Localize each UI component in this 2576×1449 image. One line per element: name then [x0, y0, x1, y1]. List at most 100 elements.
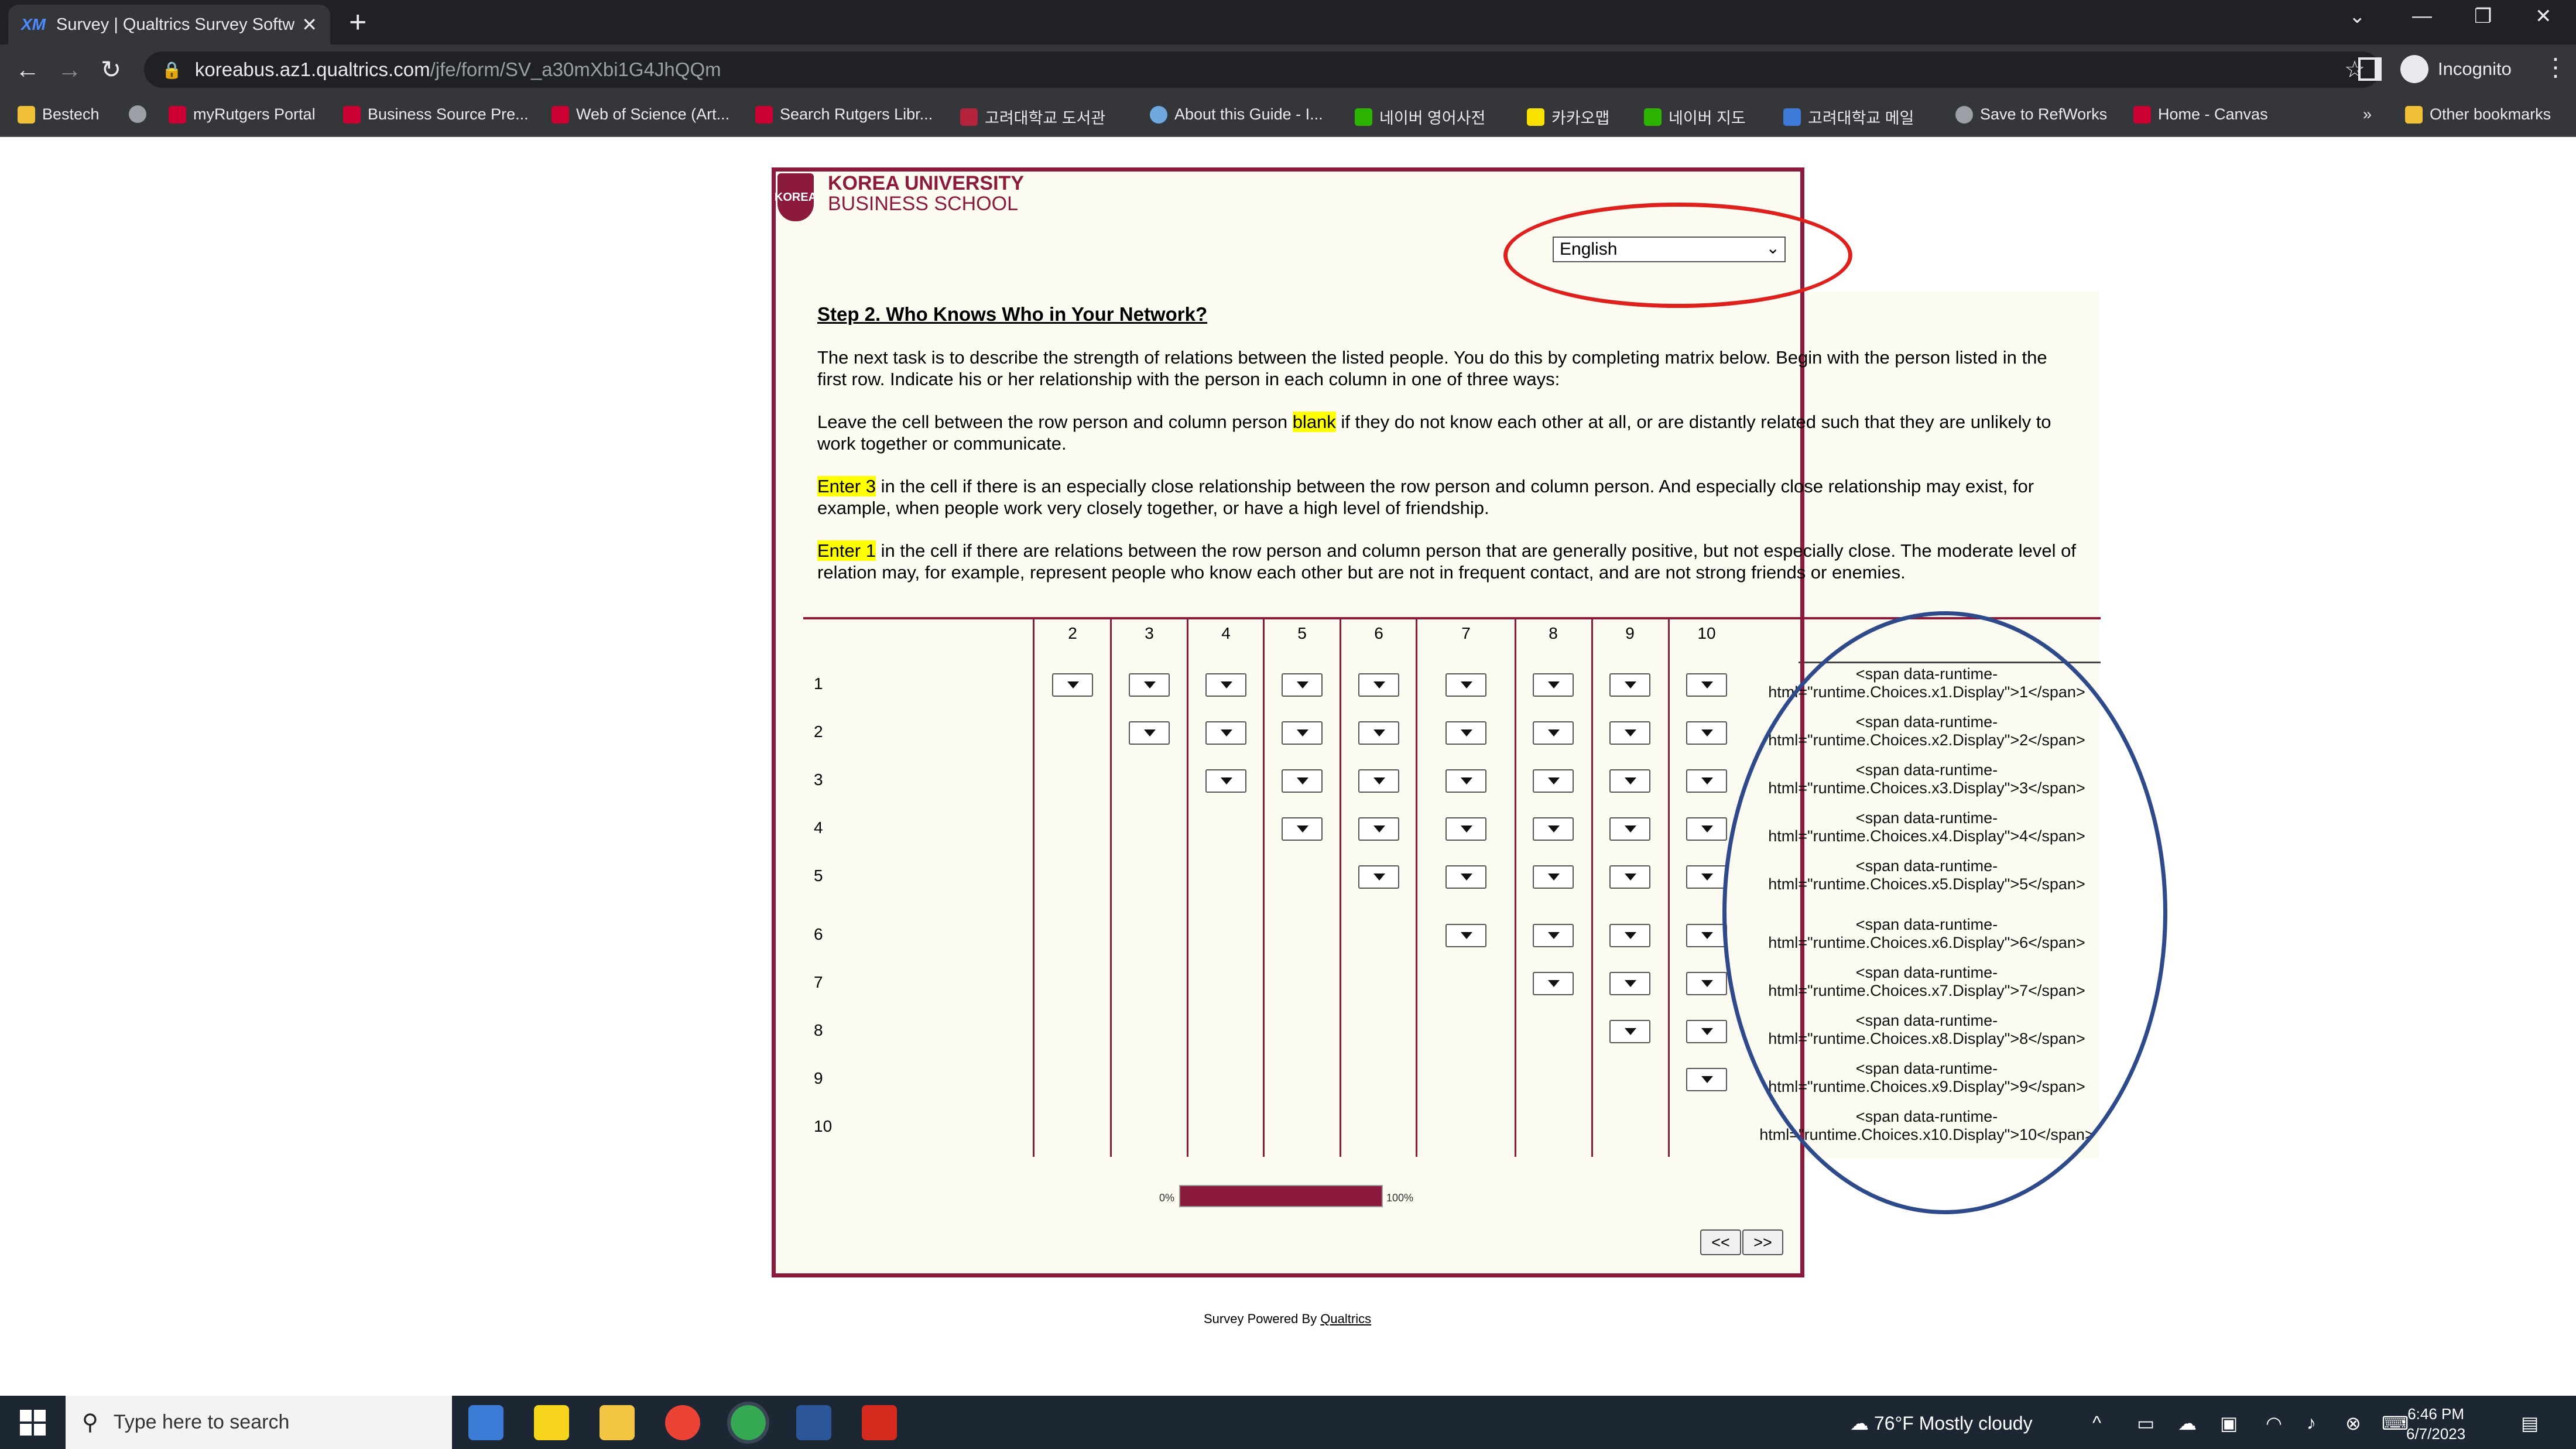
new-tab-icon[interactable]: +	[349, 7, 366, 37]
relation-dropdown[interactable]	[1533, 673, 1574, 697]
relation-dropdown[interactable]	[1609, 721, 1650, 745]
relation-dropdown[interactable]	[1129, 721, 1170, 745]
back-button[interactable]: <<	[1700, 1229, 1741, 1255]
browser-menu-icon[interactable]: ⋮	[2543, 53, 2568, 81]
battery-icon[interactable]: ▭	[2137, 1412, 2154, 1434]
relation-dropdown[interactable]	[1205, 673, 1246, 697]
incognito-profile-button[interactable]: Incognito	[2400, 55, 2512, 83]
restore-icon[interactable]: ❐	[2474, 5, 2492, 28]
relation-dropdown[interactable]	[1609, 817, 1650, 841]
bookmark-item[interactable]: Search Rutgers Libr...	[755, 105, 933, 124]
relation-dropdown[interactable]	[1282, 769, 1323, 793]
wifi-icon[interactable]: ◠	[2266, 1412, 2282, 1434]
relation-dropdown[interactable]	[1609, 673, 1650, 697]
relation-dropdown[interactable]	[1686, 1068, 1727, 1091]
bookmark-item[interactable]: 카카오맵	[1527, 105, 1609, 128]
bookmark-item[interactable]: Save to RefWorks	[1955, 105, 2107, 124]
relation-dropdown[interactable]	[1358, 817, 1399, 841]
bookmark-item[interactable]: 네이버 지도	[1644, 105, 1746, 128]
url-bar[interactable]: 🔒 koreabus.az1.qualtrics.com/jfe/form/SV…	[144, 52, 2380, 88]
bookmark-item[interactable]: Bestech	[18, 105, 100, 124]
relation-dropdown[interactable]	[1282, 817, 1323, 841]
status-x-icon[interactable]: ⊗	[2345, 1412, 2361, 1434]
qualtrics-link[interactable]: Qualtrics	[1320, 1311, 1371, 1326]
minimize-icon[interactable]: —	[2412, 5, 2432, 28]
relation-dropdown[interactable]	[1609, 1020, 1650, 1043]
relation-dropdown[interactable]	[1282, 673, 1323, 697]
relation-dropdown[interactable]	[1533, 817, 1574, 841]
relation-dropdown[interactable]	[1358, 721, 1399, 745]
close-window-icon[interactable]: ✕	[2535, 5, 2552, 28]
lock-icon[interactable]: 🔒	[162, 60, 182, 80]
reload-icon[interactable]: ↻	[101, 55, 121, 84]
relation-dropdown[interactable]	[1609, 972, 1650, 995]
close-tab-icon[interactable]: ✕	[302, 13, 317, 36]
relation-dropdown[interactable]	[1686, 721, 1727, 745]
relation-dropdown[interactable]	[1686, 1020, 1727, 1043]
chrome-icon[interactable]	[665, 1405, 700, 1440]
relation-dropdown[interactable]	[1533, 721, 1574, 745]
chrome-active-icon[interactable]	[727, 1402, 769, 1444]
relation-dropdown[interactable]	[1205, 721, 1246, 745]
keyboard-icon[interactable]: ⌨	[2382, 1412, 2409, 1434]
taskbar-clock[interactable]: 6:46 PM 6/7/2023	[2406, 1404, 2465, 1444]
relation-dropdown[interactable]	[1686, 673, 1727, 697]
bookmark-item[interactable]: Web of Science (Art...	[551, 105, 729, 124]
taskbar-search-box[interactable]: ⚲ Type here to search	[66, 1396, 452, 1449]
bookmark-item[interactable]: myRutgers Portal	[169, 105, 316, 124]
bookmark-item[interactable]: About this Guide - I...	[1150, 105, 1323, 124]
relation-dropdown[interactable]	[1686, 972, 1727, 995]
bookmark-item[interactable]: 고려대학교 도서관	[960, 105, 1105, 128]
bookmark-item[interactable]: 네이버 영어사전	[1355, 105, 1485, 128]
relation-dropdown[interactable]	[1445, 673, 1486, 697]
tab-search-chevron-icon[interactable]: ⌄	[2349, 5, 2366, 28]
display-icon[interactable]: ▣	[2220, 1412, 2238, 1434]
browser-tab[interactable]: XM Survey | Qualtrics Survey Softwar ✕	[8, 5, 330, 44]
show-hidden-icons-icon[interactable]: ^	[2092, 1412, 2101, 1434]
relation-dropdown[interactable]	[1358, 865, 1399, 889]
relation-dropdown[interactable]	[1052, 673, 1093, 697]
relation-dropdown[interactable]	[1445, 865, 1486, 889]
mail-app-icon[interactable]	[468, 1405, 503, 1440]
word-icon[interactable]	[796, 1405, 831, 1440]
volume-icon[interactable]: ♪	[2307, 1412, 2316, 1434]
relation-dropdown[interactable]	[1533, 972, 1574, 995]
relation-dropdown[interactable]	[1445, 721, 1486, 745]
relation-dropdown[interactable]	[1533, 865, 1574, 889]
bookmark-item[interactable]	[129, 105, 153, 123]
relation-dropdown[interactable]	[1129, 673, 1170, 697]
relation-dropdown[interactable]	[1533, 924, 1574, 947]
windows-start-icon[interactable]	[20, 1410, 46, 1436]
relation-dropdown[interactable]	[1686, 924, 1727, 947]
acrobat-icon[interactable]	[862, 1405, 897, 1440]
relation-dropdown[interactable]	[1609, 865, 1650, 889]
relation-dropdown[interactable]	[1686, 769, 1727, 793]
bookmark-item[interactable]: Home - Canvas	[2133, 105, 2268, 124]
relation-dropdown[interactable]	[1609, 769, 1650, 793]
bookmark-item[interactable]: 고려대학교 메일	[1783, 105, 1914, 128]
relation-dropdown[interactable]	[1686, 865, 1727, 889]
forward-arrow-icon[interactable]: →	[57, 55, 82, 84]
relation-dropdown[interactable]	[1445, 924, 1486, 947]
relation-dropdown[interactable]	[1445, 817, 1486, 841]
relation-dropdown[interactable]	[1686, 817, 1727, 841]
back-arrow-icon[interactable]: ←	[15, 55, 40, 84]
sticky-notes-icon[interactable]	[534, 1405, 569, 1440]
file-explorer-icon[interactable]	[600, 1405, 635, 1440]
bookmark-item[interactable]: Business Source Pre...	[343, 105, 529, 124]
bookmarks-overflow-icon[interactable]: »	[2363, 105, 2372, 124]
side-panel-icon[interactable]	[2358, 57, 2382, 81]
weather-widget[interactable]: ☁ 76°F Mostly cloudy	[1850, 1412, 2033, 1434]
relation-dropdown[interactable]	[1533, 769, 1574, 793]
next-button[interactable]: >>	[1742, 1229, 1783, 1255]
other-bookmarks[interactable]: Other bookmarks	[2405, 105, 2551, 124]
relation-dropdown[interactable]	[1358, 769, 1399, 793]
relation-dropdown[interactable]	[1358, 673, 1399, 697]
matrix-column-header: 8	[1549, 624, 1558, 642]
relation-dropdown[interactable]	[1282, 721, 1323, 745]
relation-dropdown[interactable]	[1445, 769, 1486, 793]
relation-dropdown[interactable]	[1205, 769, 1246, 793]
onedrive-cloud-icon[interactable]: ☁	[2178, 1412, 2197, 1434]
notifications-icon[interactable]: ▤	[2521, 1412, 2539, 1434]
relation-dropdown[interactable]	[1609, 924, 1650, 947]
